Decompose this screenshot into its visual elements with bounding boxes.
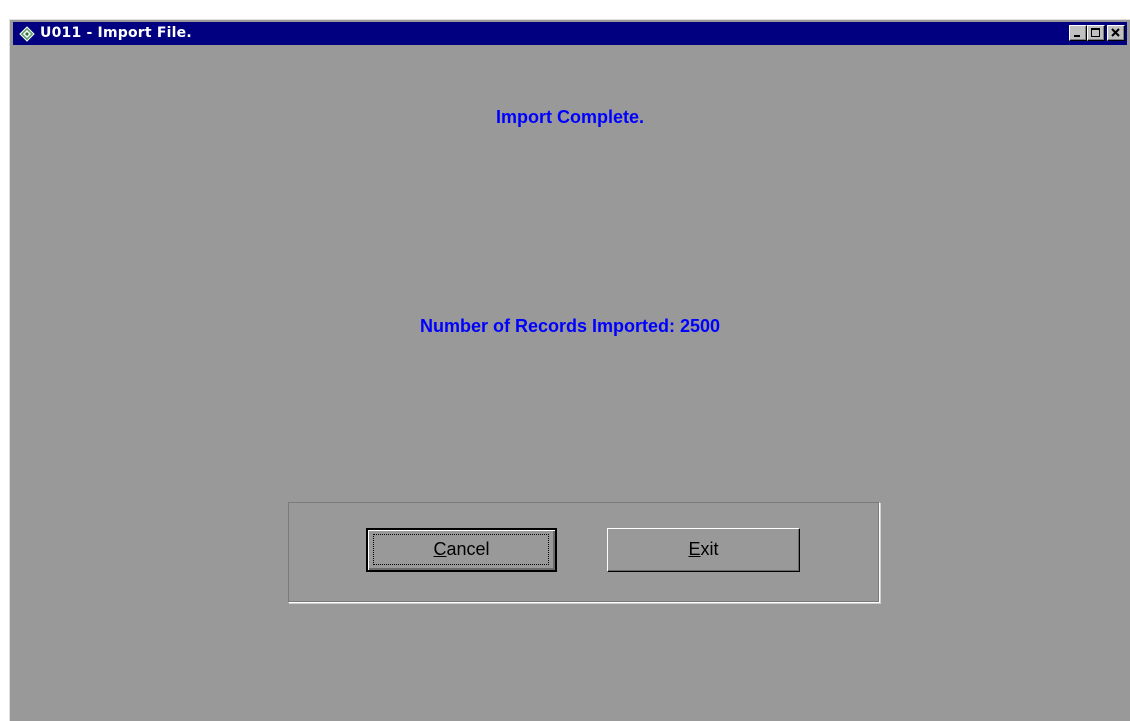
window-title: U011 - Import File. — [40, 25, 192, 41]
title-bar[interactable]: U011 - Import File. — [13, 22, 1127, 45]
app-diamond-icon — [19, 26, 35, 42]
button-group-frame: Cancel Exit — [288, 502, 880, 603]
import-status-message: Import Complete. — [495, 107, 644, 127]
exit-label-rest: xit — [700, 539, 719, 559]
close-button[interactable] — [1107, 25, 1125, 41]
cancel-button[interactable]: Cancel — [366, 528, 557, 572]
minimize-button[interactable] — [1069, 25, 1087, 41]
minimize-icon — [1074, 35, 1080, 37]
import-file-window: U011 - Import File. Import Complete. Num… — [9, 19, 1130, 721]
exit-button[interactable]: Exit — [607, 528, 800, 572]
focus-rectangle — [373, 534, 549, 565]
maximize-button[interactable] — [1087, 25, 1105, 41]
records-imported-message: Number of Records Imported: 2500 — [419, 316, 721, 336]
close-icon — [1111, 28, 1120, 37]
exit-accelerator: E — [688, 539, 701, 559]
maximize-icon — [1091, 28, 1100, 37]
